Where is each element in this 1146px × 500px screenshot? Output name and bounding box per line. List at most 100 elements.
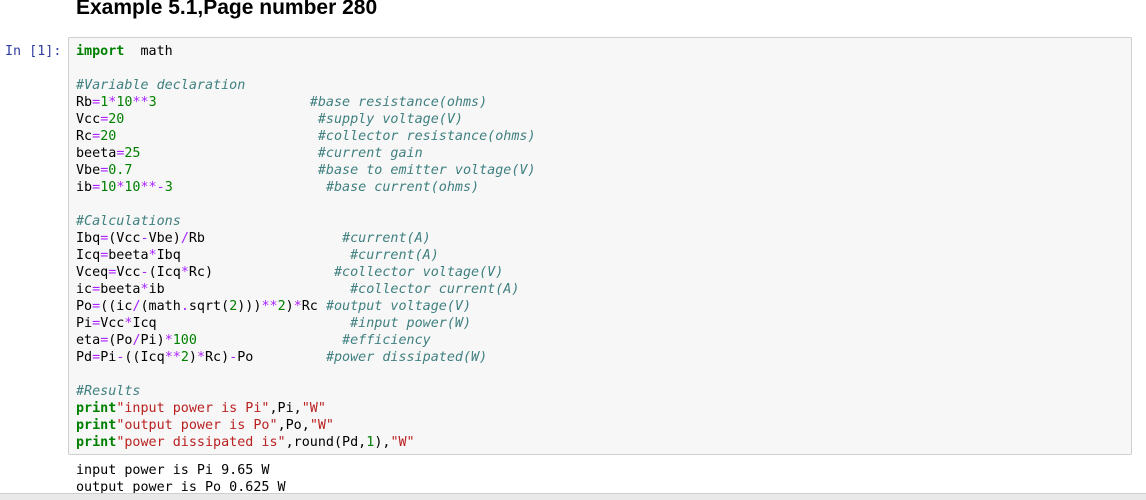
code-token: **- xyxy=(140,180,165,195)
code-token: - xyxy=(140,231,149,246)
code-token: print xyxy=(76,401,117,416)
code-token: ,round(Pd, xyxy=(285,435,367,450)
code-token: Vbe xyxy=(76,163,101,178)
code-token: 10 xyxy=(124,180,141,195)
code-token: #efficiency xyxy=(342,333,431,348)
code-token: * xyxy=(140,282,149,297)
code-token: "power dissipated is" xyxy=(116,435,286,450)
code-block[interactable]: import math #Variable declaration Rb=1*10*… xyxy=(76,43,536,451)
code-line: #Results xyxy=(76,383,536,400)
code-line: Pi=Vcc*Icq #input power(W) xyxy=(76,315,536,332)
code-token: #base current(ohms) xyxy=(325,180,480,195)
code-line: Vcc=20 #supply voltage(V) xyxy=(76,111,536,128)
code-token: 100 xyxy=(172,333,197,348)
code-token: * xyxy=(164,333,173,348)
code-token: ((ic xyxy=(100,299,133,314)
code-token: Vcc xyxy=(100,316,125,331)
code-line: ic=beeta*ib #collector current(A) xyxy=(76,281,536,298)
code-line: print"input power is Pi",Pi,"W" xyxy=(76,400,536,417)
code-token: ,Pi, xyxy=(269,401,302,416)
code-token: Rc xyxy=(76,129,93,144)
code-token: sqrt( xyxy=(188,299,230,314)
code-line: ib=10*10**-3 #base current(ohms) xyxy=(76,179,536,196)
code-token: beeta xyxy=(108,248,149,263)
code-token: #input power(W) xyxy=(350,316,472,331)
code-token: #collector voltage(V) xyxy=(334,265,504,280)
code-line: eta=(Po/Pi)*100 #efficiency xyxy=(76,332,536,349)
code-line: Rb=1*10**3 #base resistance(ohms) xyxy=(76,94,536,111)
code-token: beeta xyxy=(100,282,141,297)
code-token: (math xyxy=(140,299,181,314)
code-token: Rb xyxy=(188,231,205,246)
input-prompt: In [1]: xyxy=(5,44,62,59)
code-token: #output voltage(V) xyxy=(325,299,472,314)
code-token: 0.7 xyxy=(108,163,133,178)
code-token: 2 xyxy=(180,350,189,365)
code-token: = xyxy=(92,299,101,314)
code-token: / xyxy=(180,231,189,246)
code-token: #Variable declaration xyxy=(76,78,246,93)
code-token: ** xyxy=(132,95,149,110)
code-token: Po xyxy=(237,350,254,365)
code-token: * xyxy=(148,248,157,263)
code-token: (Vcc xyxy=(108,231,141,246)
code-token: ic xyxy=(76,282,93,297)
code-token: #current(A) xyxy=(350,248,439,263)
code-token: Rb xyxy=(76,95,93,110)
code-token: = xyxy=(92,95,101,110)
code-token: Rc) xyxy=(205,350,230,365)
code-token: Rc xyxy=(301,299,326,314)
code-token: eta xyxy=(76,333,101,348)
code-token: "output power is Po" xyxy=(116,418,278,433)
code-token: 25 xyxy=(124,146,141,161)
code-token: Pi xyxy=(100,350,117,365)
code-token: (Icq xyxy=(148,265,181,280)
code-token: 2 xyxy=(277,299,286,314)
code-token: ,Po, xyxy=(277,418,310,433)
code-line: print"output power is Po",Po,"W" xyxy=(76,417,536,434)
code-token: = xyxy=(92,129,101,144)
code-token: Ibq xyxy=(156,248,181,263)
code-token: * xyxy=(180,265,189,280)
code-token: Vceq xyxy=(76,265,109,280)
code-token: #current(A) xyxy=(342,231,431,246)
code-token: #Results xyxy=(76,384,141,399)
code-token: = xyxy=(92,180,101,195)
code-token: #base resistance(ohms) xyxy=(309,95,488,110)
code-token: = xyxy=(92,350,101,365)
code-token: * xyxy=(196,350,205,365)
code-line: beeta=25 #current gain xyxy=(76,145,536,162)
notebook-heading: Example 5.1,Page number 280 xyxy=(76,0,378,19)
code-token: Pi) xyxy=(140,333,165,348)
code-token: / xyxy=(132,333,141,348)
code-token: Vcc xyxy=(76,112,101,127)
code-line: #Calculations xyxy=(76,213,536,230)
code-token: Vcc xyxy=(116,265,141,280)
code-token: ) xyxy=(285,299,294,314)
code-token: ) xyxy=(188,350,197,365)
code-line: Icq=beeta*Ibq #current(A) xyxy=(76,247,536,264)
code-token: 3 xyxy=(148,95,157,110)
code-line: print"power dissipated is",round(Pd,1),"… xyxy=(76,434,536,451)
code-line: import math xyxy=(76,43,536,60)
code-token: - xyxy=(140,265,149,280)
code-token: Rc) xyxy=(188,265,214,280)
code-line: Vceq=Vcc-(Icq*Rc) #collector voltage(V) xyxy=(76,264,536,281)
code-token: "W" xyxy=(309,418,334,433)
code-token: Icq xyxy=(132,316,157,331)
code-token: = xyxy=(92,282,101,297)
code-line: Ibq=(Vcc-Vbe)/Rb #current(A) xyxy=(76,230,536,247)
code-token: ))) xyxy=(237,299,262,314)
output-line: input power is Pi 9.65 W xyxy=(76,463,270,478)
code-token: #base to emitter voltage(V) xyxy=(317,163,536,178)
